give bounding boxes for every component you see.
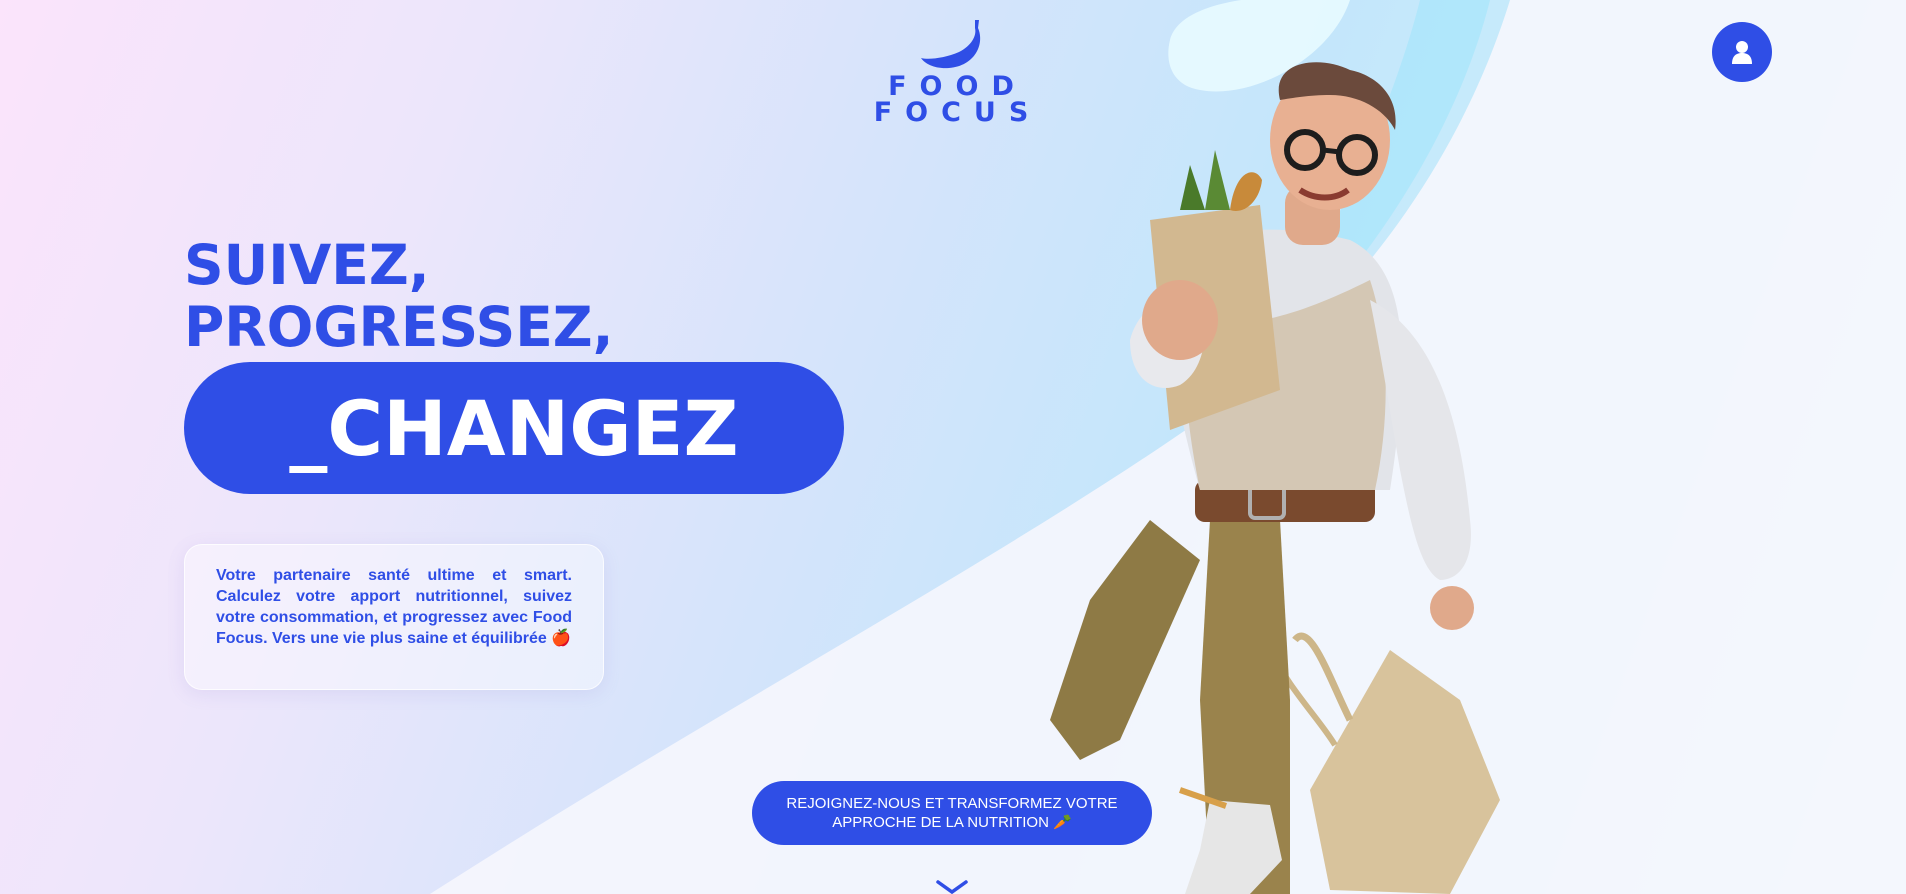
hero-title-line2: PROGRESSEZ, xyxy=(184,295,614,359)
man-with-grocery-bags-illustration xyxy=(1050,62,1500,894)
join-cta-button[interactable]: REJOIGNEZ-NOUS ET TRANSFORMEZ VOTRE APPR… xyxy=(752,781,1152,845)
carrot-icon: 🥕 xyxy=(1053,814,1072,831)
hero-title-line1: SUIVEZ, xyxy=(184,233,430,297)
hero-highlight-pill: _CHANGEZ xyxy=(184,362,844,494)
description-card: Votre partenaire santé ultime et smart. … xyxy=(184,544,604,690)
brand-logo[interactable]: FOOD FOCUS xyxy=(850,18,1052,126)
tote-bag xyxy=(1310,650,1500,894)
banana-icon xyxy=(921,20,981,69)
brand-name-line2: FOCUS xyxy=(873,97,1042,128)
chevron-down-icon[interactable] xyxy=(934,878,970,894)
description-text: Votre partenaire santé ultime et smart. … xyxy=(216,565,572,649)
hero-highlight-text: _CHANGEZ xyxy=(289,383,739,473)
hero-title: SUIVEZ, PROGRESSEZ, xyxy=(184,234,614,358)
description-body: Votre partenaire santé ultime et smart. … xyxy=(216,567,572,647)
apple-icon: 🍎 xyxy=(551,630,572,647)
